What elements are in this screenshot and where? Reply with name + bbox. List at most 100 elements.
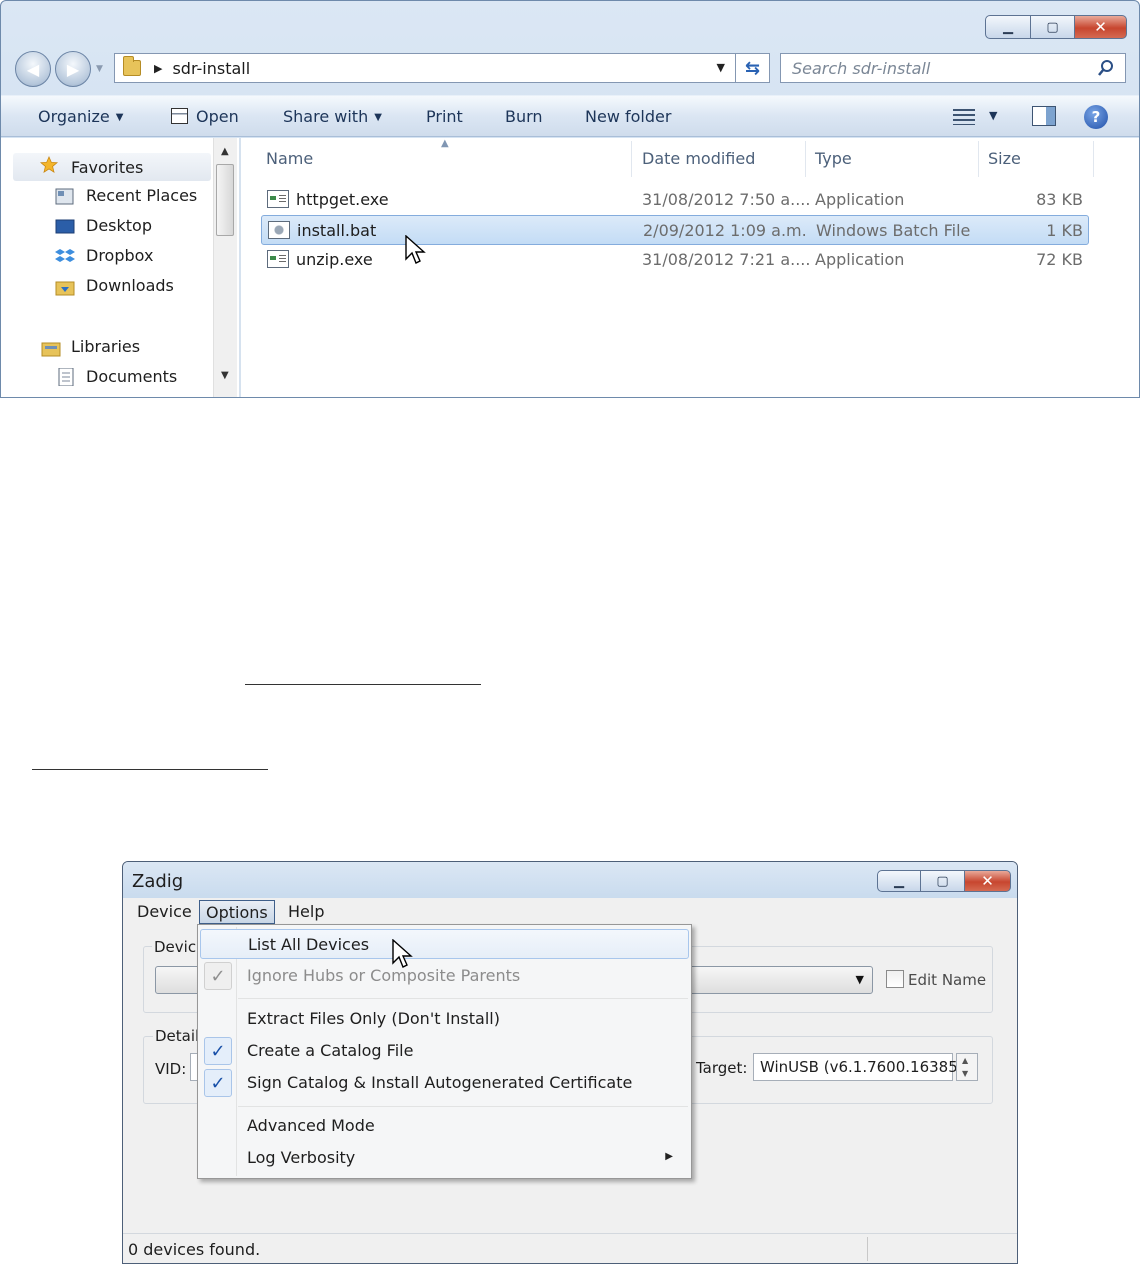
table-row-selected[interactable]: install.bat 2/09/2012 1:09 a.m. Windows … (261, 215, 1089, 245)
link-underline[interactable] (32, 769, 268, 770)
print-button[interactable]: Print (426, 107, 463, 126)
minimize-icon: ▁ (1003, 19, 1013, 35)
refresh-button[interactable]: ⇆ (736, 53, 770, 83)
nav-label: Recent Places (86, 186, 198, 205)
column-header-date-modified[interactable]: Date modified (642, 149, 755, 168)
column-divider[interactable] (1093, 141, 1094, 177)
file-type: Application (815, 190, 905, 209)
nav-pane-scroll-thumb[interactable] (216, 164, 234, 236)
address-bar[interactable]: ▶ sdr-install ▼ (114, 53, 736, 83)
column-header-name[interactable]: Name (266, 149, 313, 168)
menu-item-extract-files[interactable]: Extract Files Only (Don't Install) (200, 1004, 689, 1034)
nav-item-dropbox[interactable]: Dropbox (55, 246, 153, 265)
menu-item-log-verbosity[interactable]: Log Verbosity ▶ (200, 1143, 689, 1173)
scroll-up-icon[interactable]: ▲ (221, 146, 229, 157)
navigation-bar: ◀ ▶ ▼ ▶ sdr-install ▼ ⇆ Search sdr-insta… (1, 47, 1139, 87)
desktop-icon (55, 219, 75, 234)
close-button[interactable]: ✕ (1075, 15, 1127, 39)
menu-separator (238, 998, 688, 999)
menu-options[interactable]: Options (199, 900, 275, 924)
view-options-icon[interactable] (953, 109, 975, 125)
maximize-button[interactable]: ▢ (1031, 15, 1075, 39)
view-options-dropdown[interactable]: ▼ (989, 109, 997, 122)
menu-device[interactable]: Device (131, 900, 198, 924)
burn-button[interactable]: Burn (505, 107, 543, 126)
menu-item-label: Sign Catalog & Install Autogenerated Cer… (247, 1073, 633, 1092)
maximize-button[interactable]: ▢ (921, 870, 965, 892)
menu-item-create-catalog[interactable]: ✓ Create a Catalog File (200, 1036, 689, 1066)
spin-up-icon[interactable]: ▲ (962, 1056, 968, 1065)
options-menu: List All Devices ✓ Ignore Hubs or Compos… (197, 924, 692, 1179)
column-divider[interactable] (805, 141, 806, 177)
file-type: Windows Batch File (816, 221, 971, 240)
file-date: 31/08/2012 7:21 a.... (642, 250, 811, 269)
menu-help[interactable]: Help (282, 900, 330, 924)
sort-ascending-icon: ▲ (441, 138, 449, 149)
spin-down-icon[interactable]: ▼ (962, 1069, 968, 1078)
organize-button[interactable]: Organize ▼ (38, 107, 123, 126)
submenu-arrow-icon: ▶ (665, 1151, 673, 1162)
nav-item-favorites[interactable]: Favorites (13, 153, 211, 181)
nav-label: Dropbox (86, 246, 154, 265)
menu-item-ignore-hubs[interactable]: ✓ Ignore Hubs or Composite Parents (200, 961, 689, 991)
breadcrumb-current-folder[interactable]: sdr-install (172, 59, 250, 78)
libraries-icon (41, 342, 61, 357)
chevron-down-icon: ▼ (115, 112, 124, 123)
nav-item-desktop[interactable]: Desktop (55, 216, 152, 235)
star-icon (39, 156, 59, 173)
target-label: Target: (696, 1059, 748, 1077)
table-row[interactable]: httpget.exe 31/08/2012 7:50 a.... Applic… (261, 185, 1089, 215)
forward-arrow-icon: ▶ (66, 59, 80, 79)
close-button[interactable]: ✕ (965, 870, 1011, 892)
checkmark-icon: ✓ (204, 962, 232, 990)
folder-icon (123, 56, 141, 76)
maximize-icon: ▢ (1046, 19, 1059, 35)
minimize-button[interactable]: ▁ (877, 870, 921, 892)
preview-pane-icon[interactable] (1032, 106, 1056, 126)
edit-name-checkbox[interactable] (886, 970, 904, 988)
nav-item-libraries[interactable]: Libraries (41, 337, 141, 357)
recent-pages-dropdown[interactable]: ▼ (96, 64, 103, 74)
command-bar: Organize ▼ Open Share with ▼ Print Burn Ne… (1, 95, 1139, 137)
file-date: 31/08/2012 7:50 a.... (642, 190, 811, 209)
column-divider[interactable] (631, 141, 632, 177)
open-label: Open (196, 107, 239, 126)
file-date: 2/09/2012 1:09 a.m. (643, 221, 807, 240)
forward-button[interactable]: ▶ (55, 51, 91, 87)
status-bar: 0 devices found. (123, 1233, 1017, 1263)
scroll-down-icon[interactable]: ▼ (221, 370, 229, 381)
menu-item-sign-catalog[interactable]: ✓ Sign Catalog & Install Autogenerated C… (200, 1068, 689, 1098)
search-placeholder[interactable]: Search sdr-install (792, 59, 930, 78)
target-driver-spinner[interactable]: ▲ ▼ (956, 1053, 978, 1081)
documents-icon (58, 368, 74, 386)
mouse-cursor-icon (405, 235, 426, 264)
minimize-button[interactable]: ▁ (985, 15, 1031, 39)
share-with-button[interactable]: Share with ▼ (283, 107, 382, 126)
new-folder-button[interactable]: New folder (585, 107, 671, 126)
column-header-type[interactable]: Type (815, 149, 852, 168)
target-driver-field[interactable]: WinUSB (v6.1.7600.16385) (753, 1053, 964, 1081)
help-icon[interactable]: ? (1084, 105, 1108, 129)
back-button[interactable]: ◀ (15, 51, 51, 87)
nav-item-documents[interactable]: Documents (55, 367, 177, 386)
column-header-size[interactable]: Size (988, 149, 1021, 168)
nav-item-recent-places[interactable]: Recent Places (55, 186, 197, 205)
nav-item-downloads[interactable]: Downloads (55, 276, 174, 296)
nav-label: Libraries (71, 337, 141, 356)
organize-label: Organize (38, 107, 110, 126)
explorer-window: ▁ ▢ ✕ ◀ ▶ ▼ ▶ sdr-install ▼ ⇆ Search sdr… (0, 0, 1140, 398)
breadcrumb-chevron-icon[interactable]: ▶ (154, 62, 162, 75)
menu-item-advanced-mode[interactable]: Advanced Mode (200, 1111, 689, 1141)
chevron-down-icon: ▼ (855, 973, 864, 986)
search-box[interactable]: Search sdr-install (780, 53, 1126, 83)
menu-item-label: Advanced Mode (247, 1116, 375, 1135)
table-row[interactable]: unzip.exe 31/08/2012 7:21 a.... Applicat… (261, 245, 1089, 275)
link-underline[interactable] (245, 684, 481, 685)
open-button[interactable]: Open (171, 107, 239, 126)
search-icon (1098, 60, 1113, 76)
menu-item-list-all-devices[interactable]: List All Devices (200, 929, 689, 959)
application-icon (267, 190, 289, 208)
address-history-dropdown[interactable]: ▼ (717, 61, 725, 74)
column-divider[interactable] (978, 141, 979, 177)
edit-name-label: Edit Name (908, 971, 987, 989)
